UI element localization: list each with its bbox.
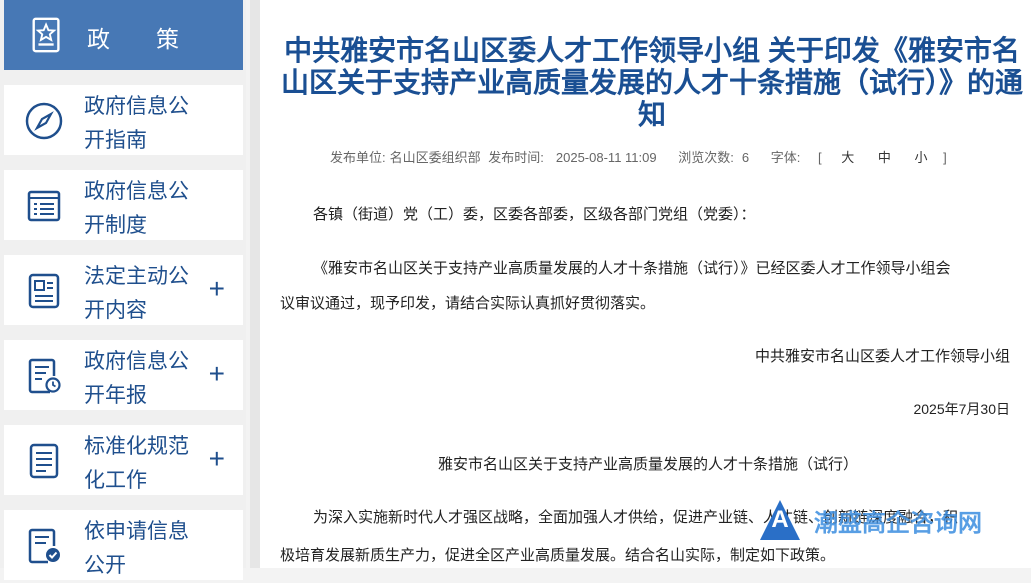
subtitle: 雅安市名山区关于支持产业高质量发展的人才十条措施（试行） xyxy=(438,456,859,473)
document-lines-icon xyxy=(29,443,59,479)
expand-plus-icon[interactable]: + xyxy=(209,445,225,473)
font-small-button[interactable]: 小 xyxy=(915,150,930,165)
signature: 中共雅安市名山区委人才工作领导小组 xyxy=(754,348,1010,365)
sidebar-item-system[interactable]: 政府信息公开制度 xyxy=(4,170,243,240)
views-label: 浏览次数: xyxy=(678,150,734,165)
sidebar-item-on-request[interactable]: 依申请信息公开 xyxy=(4,510,243,580)
watermark: A 潮盛高企咨询网 xyxy=(760,500,982,540)
list-document-icon xyxy=(27,190,61,222)
sidebar-item-annual-report[interactable]: 政府信息公开年报 + xyxy=(4,340,243,410)
expand-plus-icon[interactable]: + xyxy=(209,360,225,388)
publisher-label: 发布单位: xyxy=(330,150,386,165)
sidebar-header[interactable]: 政策 xyxy=(4,0,243,70)
sidebar-item-label: 依申请信息公开 xyxy=(84,520,189,577)
font-medium-button[interactable]: 中 xyxy=(878,150,893,165)
salutation: 各镇（街道）党（工）委，区委各部委，区级各部门党组（党委）： xyxy=(313,206,756,223)
watermark-logo: A xyxy=(760,500,800,540)
sidebar-item-statutory[interactable]: 法定主动公开内容 + xyxy=(4,255,243,325)
expand-plus-icon[interactable]: + xyxy=(209,275,225,303)
font-bracket-open: [ xyxy=(817,150,824,165)
font-large-button[interactable]: 大 xyxy=(841,150,856,165)
font-size-switch: [ 大 中 小 ] xyxy=(818,150,953,165)
publisher-value: 名山区委组织部 xyxy=(389,150,481,165)
sidebar-item-label: 法定主动公开内容 xyxy=(84,265,189,322)
font-label: 字体: xyxy=(770,150,801,165)
paragraph-1-line-1: 《雅安市名山区关于支持产业高质量发展的人才十条措施（试行）》已经区委人才工作领导… xyxy=(313,260,951,277)
sidebar-item-standardization[interactable]: 标准化规范化工作 + xyxy=(4,425,243,495)
star-document-icon xyxy=(32,17,60,53)
compass-icon xyxy=(25,102,63,140)
id-card-icon xyxy=(28,273,60,309)
article-title: 中共雅安市名山区委人才工作领导小组 关于印发《雅安市名山区关于支持产业高质量发展… xyxy=(280,35,1023,130)
divider xyxy=(250,0,260,568)
paragraph-2-line-2: 极培育发展新质生产力，促进全区产业高质量发展。结合名山实际，制定如下政策。 xyxy=(280,547,836,564)
sidebar-item-label: 政府信息公开制度 xyxy=(84,180,189,237)
sidebar-header-label: 政策 xyxy=(87,26,225,52)
watermark-text: 潮盛高企咨询网 xyxy=(814,509,982,537)
document-check-icon xyxy=(28,528,60,564)
views-value: 6 xyxy=(741,150,750,165)
article-content: 中共雅安市名山区委人才工作领导小组 关于印发《雅安市名山区关于支持产业高质量发展… xyxy=(260,0,1031,568)
time-label: 发布时间: xyxy=(488,150,544,165)
font-bracket-close: ] xyxy=(943,150,949,165)
sidebar-item-guide[interactable]: 政府信息公开指南 xyxy=(4,85,243,155)
sidebar-item-label: 政府信息公开指南 xyxy=(84,95,189,152)
report-clock-icon xyxy=(28,358,61,394)
date: 2025年7月30日 xyxy=(913,401,1010,417)
article-meta: 发布单位: 名山区委组织部 发布时间: 2025-08-11 11:09 浏览次数:… xyxy=(330,147,1010,166)
sidebar-item-label: 标准化规范化工作 xyxy=(84,435,189,492)
time-value: 2025-08-11 11:09 xyxy=(555,150,657,165)
sidebar: 政策 政府信息公开指南 政府信息公开制度 法定主动公开内容 + 政府信息公开年报… xyxy=(0,0,246,580)
sidebar-item-label: 政府信息公开年报 xyxy=(84,350,189,407)
paragraph-1-line-2: 议审议通过，现予印发，请结合实际认真抓好贯彻落实。 xyxy=(280,295,656,312)
